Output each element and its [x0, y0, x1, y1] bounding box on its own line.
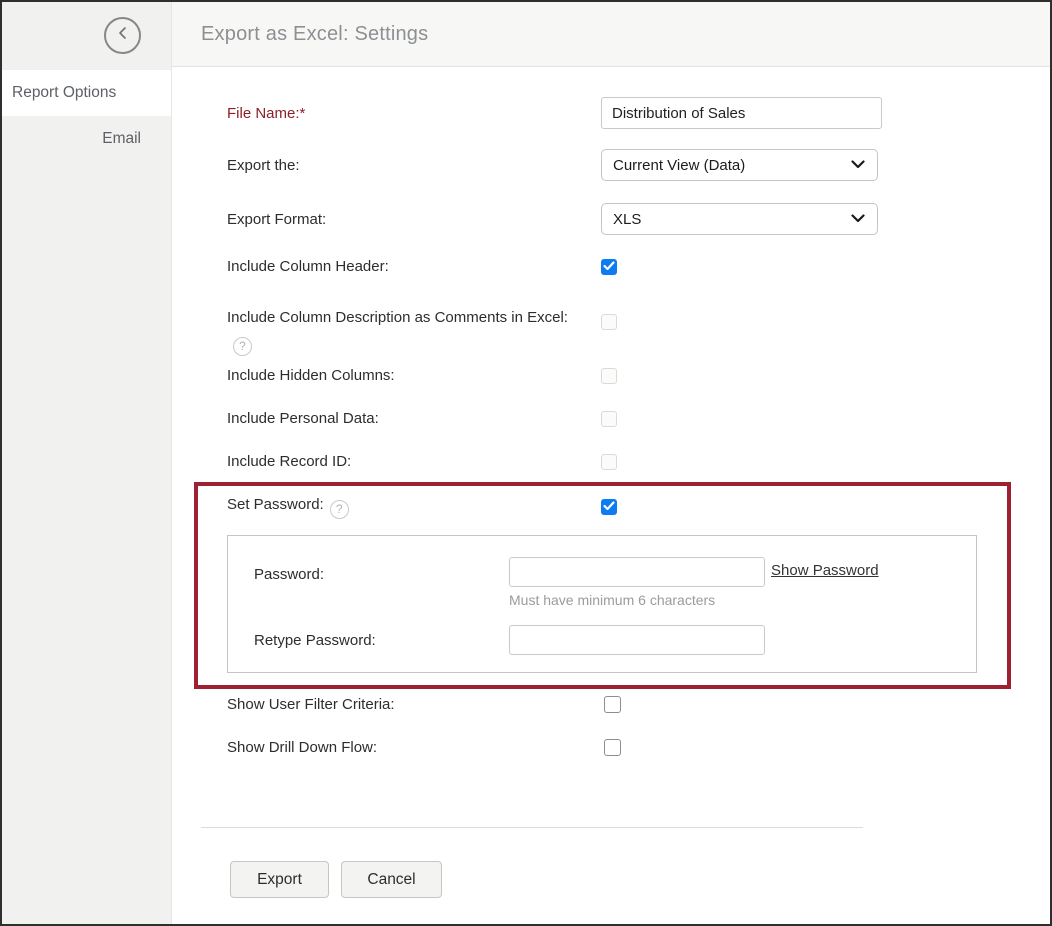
show-drill-down-row: Show Drill Down Flow:	[227, 739, 1050, 756]
password-label: Password:	[254, 566, 324, 583]
set-password-row: Set Password:?	[227, 496, 1050, 519]
select-value: Current View (Data)	[613, 157, 745, 174]
file-name-input[interactable]	[601, 97, 882, 129]
select-value: XLS	[613, 211, 641, 228]
include-column-header-checkbox[interactable]	[601, 259, 617, 275]
show-drill-down-checkbox[interactable]	[604, 739, 621, 756]
include-personal-data-row: Include Personal Data:	[227, 410, 1050, 427]
include-record-id-row: Include Record ID:	[227, 453, 1050, 470]
show-password-link[interactable]: Show Password	[771, 562, 879, 579]
include-record-id-checkbox[interactable]	[601, 454, 617, 470]
include-column-description-row: Include Column Description as Comments i…	[227, 306, 1050, 356]
file-name-row: File Name:*	[227, 97, 1050, 129]
check-icon	[603, 258, 615, 276]
export-settings-window: Report Options Email Export as Excel: Se…	[0, 0, 1052, 926]
password-panel: Password: Show Password Must have minimu…	[227, 535, 977, 673]
set-password-label: Set Password:?	[227, 496, 601, 519]
export-button[interactable]: Export	[230, 861, 329, 898]
include-hidden-columns-label: Include Hidden Columns:	[227, 367, 601, 384]
include-personal-data-checkbox[interactable]	[601, 411, 617, 427]
export-format-label: Export Format:	[227, 211, 601, 228]
export-format-row: Export Format: XLS	[227, 203, 1050, 235]
sidebar: Report Options Email	[2, 2, 172, 924]
include-column-description-label: Include Column Description as Comments i…	[227, 306, 601, 356]
show-user-filter-row: Show User Filter Criteria:	[227, 696, 1050, 713]
sidebar-item-report-options[interactable]: Report Options	[2, 70, 171, 116]
page-title: Export as Excel: Settings	[201, 23, 428, 46]
export-view-select[interactable]: Current View (Data)	[601, 149, 878, 181]
file-name-label: File Name:*	[227, 105, 601, 122]
dialog-header: Export as Excel: Settings	[172, 2, 1050, 67]
show-drill-down-label: Show Drill Down Flow:	[227, 739, 604, 756]
chevron-down-icon	[851, 156, 865, 174]
show-user-filter-label: Show User Filter Criteria:	[227, 696, 604, 713]
chevron-down-icon	[851, 210, 865, 228]
sidebar-item-label: Email	[102, 130, 141, 148]
export-the-label: Export the:	[227, 157, 601, 174]
password-hint: Must have minimum 6 characters	[509, 592, 715, 608]
sidebar-item-label: Report Options	[12, 84, 116, 102]
help-icon[interactable]: ?	[330, 500, 349, 519]
retype-password-input[interactable]	[509, 625, 765, 655]
export-format-select[interactable]: XLS	[601, 203, 878, 235]
include-record-id-label: Include Record ID:	[227, 453, 601, 470]
set-password-checkbox[interactable]	[601, 499, 617, 515]
include-hidden-columns-row: Include Hidden Columns:	[227, 367, 1050, 384]
include-hidden-columns-checkbox[interactable]	[601, 368, 617, 384]
cancel-button[interactable]: Cancel	[341, 861, 442, 898]
include-column-header-label: Include Column Header:	[227, 258, 601, 275]
chevron-left-icon	[115, 25, 131, 46]
retype-password-label: Retype Password:	[254, 632, 376, 649]
sidebar-item-email[interactable]: Email	[2, 116, 171, 162]
check-icon	[603, 498, 615, 516]
include-personal-data-label: Include Personal Data:	[227, 410, 601, 427]
include-column-description-checkbox[interactable]	[601, 314, 617, 330]
include-column-header-row: Include Column Header:	[227, 258, 1050, 275]
password-input[interactable]	[509, 557, 765, 587]
back-button[interactable]	[104, 17, 141, 54]
export-the-row: Export the: Current View (Data)	[227, 149, 1050, 181]
help-icon[interactable]: ?	[233, 337, 252, 356]
show-user-filter-checkbox[interactable]	[604, 696, 621, 713]
settings-form: File Name:* Export the: Current View (Da…	[173, 68, 1050, 924]
footer-divider	[201, 827, 863, 828]
